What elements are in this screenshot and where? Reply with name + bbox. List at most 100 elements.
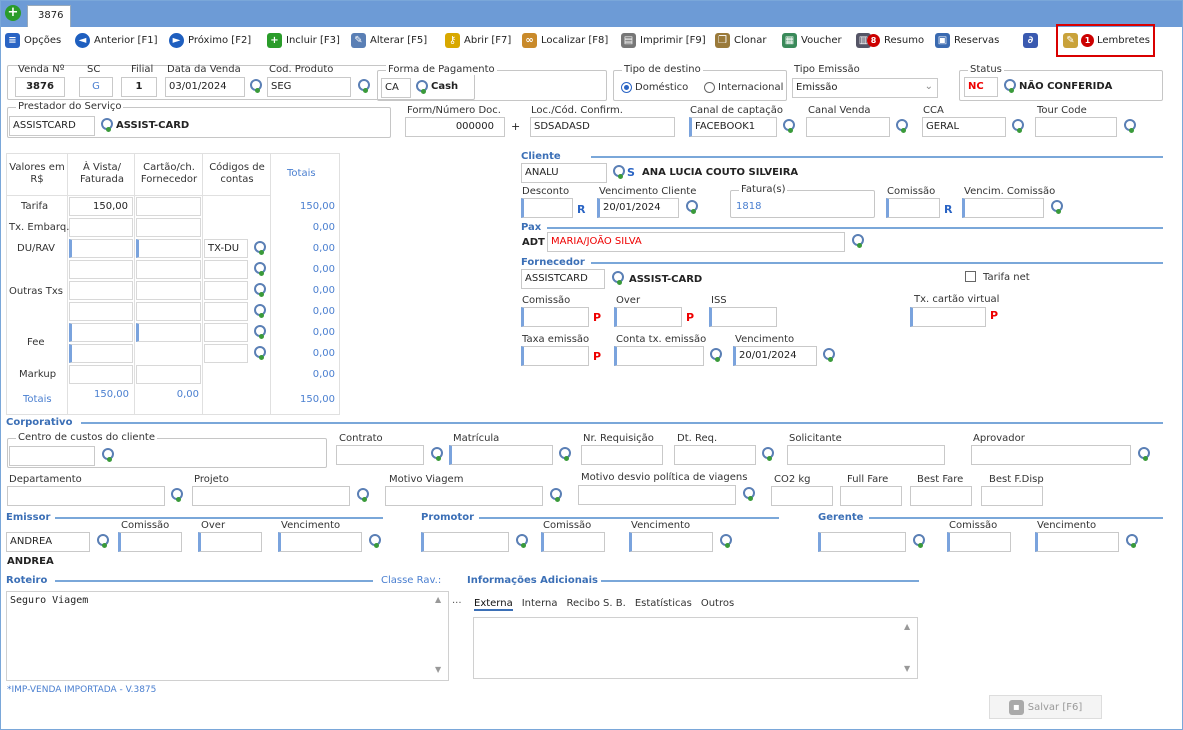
form-num-doc-field[interactable]: 000000 [405,117,505,137]
motivo-desvio-search-icon[interactable] [740,487,754,501]
canal-captacao-field[interactable]: FACEBOOK1 [689,117,777,137]
toolbar-proximo-button[interactable]: ► Próximo [F2] [169,30,251,50]
status-search-icon[interactable] [1001,79,1015,93]
canal-venda-field[interactable] [806,117,890,137]
tarifa-net-checkbox[interactable] [965,271,976,282]
fee2-search-icon[interactable] [251,346,265,360]
contrato-field[interactable] [336,445,424,465]
fee1-search-icon[interactable] [251,325,265,339]
toolbar-alterar-button[interactable]: ✎ Alterar [F5] [351,30,427,50]
emissor-field[interactable]: ANDREA [6,532,90,552]
matricula-field[interactable] [449,445,553,465]
row6-code-field[interactable] [204,302,248,321]
toolbar-localizar-button[interactable]: ∞ Localizar [F8] [522,30,608,50]
motivo-desvio-field[interactable] [578,485,736,505]
outras-vista-field[interactable] [69,281,133,300]
tx-cartao-field[interactable] [910,307,986,327]
promotor-search-icon[interactable] [513,534,527,548]
promotor-comissao-field[interactable] [541,532,605,552]
fee1-cartao-field[interactable] [136,323,201,342]
toolbar-voucher-button[interactable]: ▦ Voucher [782,30,842,50]
radio-domestico[interactable] [621,82,632,93]
row6-search-icon[interactable] [251,304,265,318]
data-venda-field[interactable]: 03/01/2024 [165,77,245,97]
venc-comissao-search-icon[interactable] [1048,200,1062,214]
row4-cartao-field[interactable] [136,260,201,279]
row4-code-field[interactable] [204,260,248,279]
motivo-viagem-search-icon[interactable] [547,488,561,502]
centro-custos-search-icon[interactable] [99,448,113,462]
data-venda-search-icon[interactable] [247,79,261,93]
markup-vista-field[interactable] [69,365,133,384]
gerente-comissao-field[interactable] [947,532,1011,552]
conta-tx-field[interactable] [614,346,704,366]
departamento-field[interactable] [7,486,165,506]
tab-externa[interactable]: Externa [474,598,513,611]
emissor-over-field[interactable] [198,532,262,552]
forn-vencimento-field[interactable]: 20/01/2024 [733,346,817,366]
info-scroll-down-icon[interactable]: ▼ [904,664,910,673]
prestador-code[interactable]: ASSISTCARD [9,116,95,136]
row6-vista-field[interactable] [69,302,133,321]
tipo-emissao-select[interactable]: Emissão ⌄ [792,78,938,98]
cliente-comissao-field[interactable] [886,198,940,218]
co2-field[interactable] [771,486,833,506]
emissor-vencimento-field[interactable] [278,532,362,552]
outras-code-field[interactable] [204,281,248,300]
prestador-search-icon[interactable] [98,118,112,132]
aprovador-search-icon[interactable] [1135,447,1149,461]
toolbar-anexo-button[interactable]: ∂ [1023,30,1038,50]
tarifa-vista-field[interactable]: 150,00 [69,197,133,216]
motivo-viagem-field[interactable] [385,486,543,506]
cliente-code[interactable]: ANALU [521,163,607,183]
toolbar-opcoes-button[interactable]: ≡ Opções [5,30,61,50]
pax-name-field[interactable]: MARIA/JOÃO SILVA [547,232,845,252]
forn-comissao-field[interactable] [521,307,589,327]
scroll-up-icon[interactable]: ▲ [435,595,441,604]
centro-custos-field[interactable] [9,446,95,466]
desconto-field[interactable] [521,198,573,218]
projeto-search-icon[interactable] [354,488,368,502]
tab-sale[interactable]: 3876 [27,5,71,27]
departamento-search-icon[interactable] [168,488,182,502]
tx-cartao-field[interactable] [136,218,201,237]
forn-iss-field[interactable] [709,307,777,327]
du-cartao-field[interactable] [136,239,201,258]
radio-internacional[interactable] [704,82,715,93]
best-fdisp-field[interactable] [981,486,1043,506]
solicitante-field[interactable] [787,445,945,465]
scroll-down-icon[interactable]: ▼ [435,665,441,674]
tab-outros[interactable]: Outros [701,598,734,611]
new-tab-plus-icon[interactable]: + [5,5,21,21]
forma-pagamento-code[interactable]: CA [381,78,411,98]
du-code-search-icon[interactable] [251,241,265,255]
best-fare-field[interactable] [910,486,972,506]
nr-req-field[interactable] [581,445,663,465]
doc-plus-icon[interactable]: + [511,120,520,133]
cod-produto-field[interactable]: SEG [267,77,351,97]
emissor-comissao-field[interactable] [118,532,182,552]
fatura-value[interactable]: 1818 [736,201,761,212]
filial-field[interactable]: 1 [121,77,157,97]
du-code-field[interactable]: TX-DU [204,239,248,258]
toolbar-abrir-button[interactable]: ⚷ Abrir [F7] [445,30,511,50]
matricula-search-icon[interactable] [556,447,570,461]
roteiro-textarea[interactable]: Seguro Viagem [6,591,449,681]
forn-vencimento-search-icon[interactable] [820,348,834,362]
cca-search-icon[interactable] [1009,119,1023,133]
tab-recibo[interactable]: Recibo S. B. [566,598,625,611]
emissor-vencimento-search-icon[interactable] [366,534,380,548]
venc-cliente-field[interactable]: 20/01/2024 [597,198,679,218]
info-textarea[interactable] [473,617,918,679]
toolbar-clonar-button[interactable]: ❐ Clonar [715,30,766,50]
toolbar-incluir-button[interactable]: + Incluir [F3] [267,30,340,50]
dt-req-search-icon[interactable] [759,447,773,461]
toolbar-anterior-button[interactable]: ◄ Anterior [F1] [75,30,157,50]
tab-interna[interactable]: Interna [522,598,558,611]
projeto-field[interactable] [192,486,350,506]
row4-vista-field[interactable] [69,260,133,279]
cliente-search-icon[interactable] [610,165,624,179]
row6-cartao-field[interactable] [136,302,201,321]
tx-vista-field[interactable] [69,218,133,237]
full-fare-field[interactable] [840,486,902,506]
